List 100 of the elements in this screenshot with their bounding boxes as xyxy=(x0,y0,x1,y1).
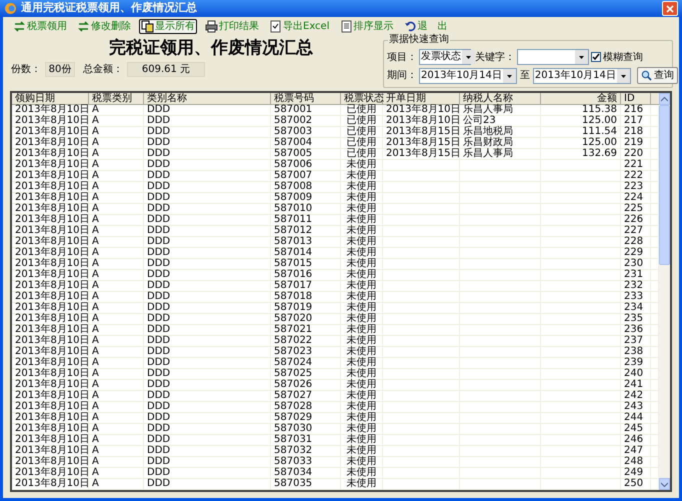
toolbar-button[interactable]: 修改删除 xyxy=(75,19,133,34)
table-cell: 2013年8月10日 xyxy=(12,270,89,280)
table-cell: 2013年8月10日 xyxy=(12,237,89,247)
table-cell: 587027 xyxy=(271,391,341,401)
table-cell: 2013年8月10日 xyxy=(12,325,89,335)
toolbar-button[interactable]: 导出Excel xyxy=(267,19,332,34)
toolbar-button[interactable]: 排序显示 xyxy=(338,19,396,34)
table-cell: 2013年8月10日 xyxy=(12,149,89,159)
table-cell: 未使用 xyxy=(341,226,383,236)
table-cell: 587013 xyxy=(271,237,341,247)
table-cell: DDD xyxy=(144,116,271,126)
table-cell: 未使用 xyxy=(341,270,383,280)
item-label: 项目： xyxy=(387,50,417,64)
table-cell: 乐昌财政局 xyxy=(460,138,541,148)
table-cell: 已使用 xyxy=(341,105,383,115)
toolbar-button[interactable]: 显示所有 xyxy=(139,19,197,34)
scroll-up-button[interactable] xyxy=(659,93,670,105)
table-cell: 2013年8月10日 xyxy=(12,281,89,291)
table-cell: DDD xyxy=(144,446,271,456)
window-title: 通用完税证税票领用、作废情况汇总 xyxy=(21,0,198,16)
table-cell: DDD xyxy=(144,215,271,225)
table-cell: 224 xyxy=(621,193,651,203)
table-cell: DDD xyxy=(144,347,271,357)
table-cell: 587035 xyxy=(271,479,341,489)
table-cell: 232 xyxy=(621,281,651,291)
table-cell: 2013年8月10日 xyxy=(12,127,89,137)
table-cell: 未使用 xyxy=(341,391,383,401)
table-cell: DDD xyxy=(144,281,271,291)
column-header[interactable]: ID xyxy=(621,93,651,104)
table-cell: 220 xyxy=(621,149,651,159)
table-cell: DDD xyxy=(144,402,271,412)
app-icon xyxy=(4,2,17,15)
table-cell: 587002 xyxy=(271,116,341,126)
column-header[interactable]: 纳税人名称 xyxy=(460,93,541,104)
table-cell: A xyxy=(89,347,144,357)
table-cell: A xyxy=(89,171,144,181)
table-cell: 244 xyxy=(621,413,651,423)
document-icon xyxy=(340,20,352,33)
table-cell: 未使用 xyxy=(341,237,383,247)
table-cell: 已使用 xyxy=(341,116,383,126)
table-cell: 587033 xyxy=(271,457,341,467)
table-cell: A xyxy=(89,160,144,170)
count-value: 80份 xyxy=(45,62,75,77)
table-cell: 230 xyxy=(621,259,651,269)
column-header[interactable]: 税票号码 xyxy=(271,93,341,104)
search-button[interactable]: 查询 xyxy=(636,67,678,84)
table-cell: 216 xyxy=(621,105,651,115)
table-cell: 587022 xyxy=(271,336,341,346)
document-icon xyxy=(269,20,282,33)
fuzzy-checkbox[interactable] xyxy=(591,52,601,62)
table-cell: 225 xyxy=(621,204,651,214)
table-cell: 2013年8月10日 xyxy=(12,160,89,170)
table-cell: 2013年8月10日 xyxy=(383,105,460,115)
table-cell: 587008 xyxy=(271,182,341,192)
date-picker[interactable]: 2013年10月14日 xyxy=(532,68,631,84)
table-cell: 2013年8月10日 xyxy=(12,402,89,412)
table-cell: 2013年8月10日 xyxy=(12,193,89,203)
table-cell: A xyxy=(89,413,144,423)
to-label: 至 xyxy=(520,69,530,83)
table-cell: 2013年8月15日 xyxy=(383,149,460,159)
table-cell: 2013年8月10日 xyxy=(12,446,89,456)
table-cell: DDD xyxy=(144,314,271,324)
toolbar-button[interactable]: 退 出 xyxy=(402,19,450,34)
table-cell: 243 xyxy=(621,402,651,412)
table-cell: 234 xyxy=(621,303,651,313)
table-cell: 587032 xyxy=(271,446,341,456)
date-picker[interactable]: 2013年10月14日 xyxy=(419,68,517,84)
toolbar-button[interactable]: 税票领用 xyxy=(11,19,69,34)
table-cell: 587029 xyxy=(271,413,341,423)
table-cell: 587001 xyxy=(271,105,341,115)
column-header[interactable]: 类别名称 xyxy=(144,93,271,104)
total-label: 总金额： xyxy=(83,62,123,77)
table-cell: DDD xyxy=(144,413,271,423)
table-cell: 219 xyxy=(621,138,651,148)
column-header[interactable]: 领购日期 xyxy=(12,93,89,104)
period-label: 期间： xyxy=(387,68,417,83)
table-cell: A xyxy=(89,402,144,412)
scrollbar[interactable] xyxy=(659,93,670,490)
table-cell: 240 xyxy=(621,369,651,379)
table-cell: DDD xyxy=(144,248,271,258)
table-cell: 587006 xyxy=(271,160,341,170)
table-cell: DDD xyxy=(144,270,271,280)
column-header[interactable]: 税票类别 xyxy=(89,93,144,104)
column-header[interactable]: 税票状态 xyxy=(341,93,383,104)
search-icon xyxy=(640,70,652,81)
table-cell: 2013年8月10日 xyxy=(12,336,89,346)
table-cell: 未使用 xyxy=(341,259,383,269)
scroll-down-button[interactable] xyxy=(659,478,670,490)
table-cell: 未使用 xyxy=(341,380,383,390)
table-cell: 未使用 xyxy=(341,424,383,434)
scroll-thumb[interactable] xyxy=(659,105,670,265)
table-cell: 2013年8月10日 xyxy=(12,204,89,214)
close-button[interactable] xyxy=(662,1,678,16)
table-cell: 587030 xyxy=(271,424,341,434)
count-label: 份数： xyxy=(11,63,41,77)
table-cell: 未使用 xyxy=(341,468,383,478)
column-header[interactable]: 开单日期 xyxy=(383,93,460,104)
table-cell: A xyxy=(89,105,144,115)
toolbar-button[interactable]: 打印结果 xyxy=(203,19,261,34)
table-cell: 未使用 xyxy=(341,336,383,346)
